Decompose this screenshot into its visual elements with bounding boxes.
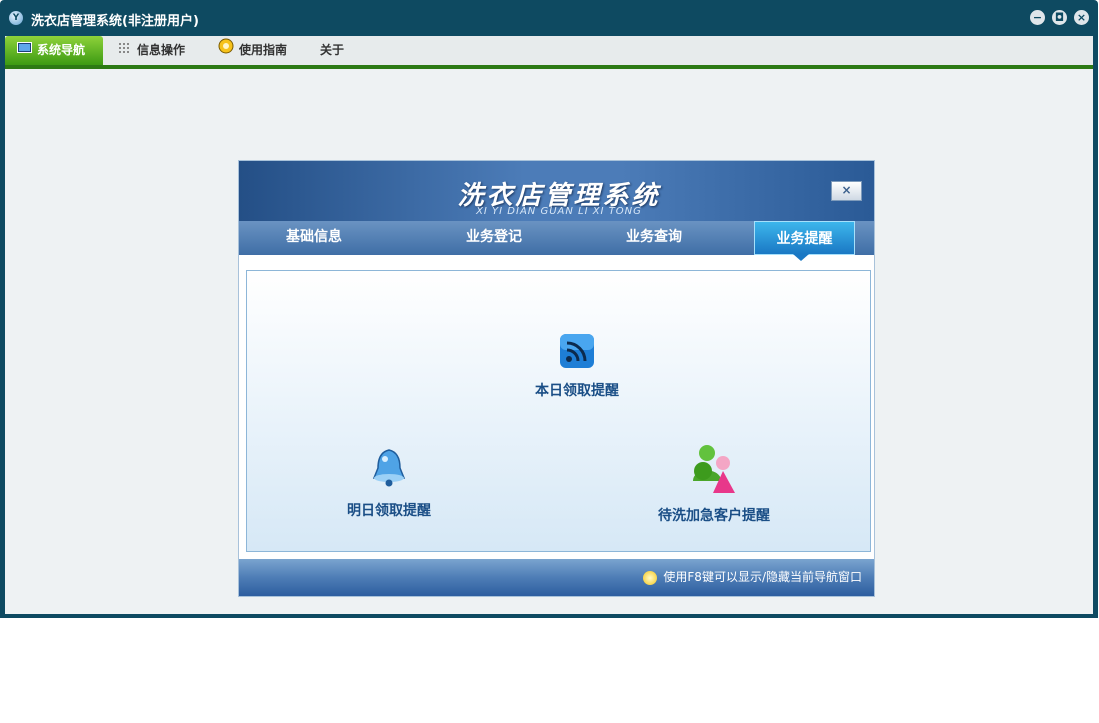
action-label: 明日领取提醒	[347, 503, 431, 519]
footer-hint: 使用F8键可以显示/隐藏当前导航窗口	[643, 567, 862, 587]
title-bar: Y 洗衣店管理系统(非注册用户) − ◘ ×	[0, 0, 1098, 36]
rss-icon	[558, 334, 596, 374]
monitor-icon	[17, 36, 32, 65]
grid-icon	[118, 36, 132, 65]
app-logo-icon: Y	[9, 11, 23, 25]
tab-business-register[interactable]: 业务登记	[466, 227, 536, 255]
action-label: 待洗加急客户提醒	[658, 508, 770, 524]
menu-item-about[interactable]: 关于	[320, 36, 360, 65]
tab-basic-info[interactable]: 基础信息	[286, 227, 356, 255]
panel-header: 洗衣店管理系统 XI YI DIAN GUAN LI XI TONG ×	[239, 161, 874, 221]
menu-item-guide[interactable]: 使用指南	[218, 36, 308, 65]
menu-item-label: 关于	[320, 43, 345, 57]
customers-icon	[687, 445, 741, 499]
nav-panel: 洗衣店管理系统 XI YI DIAN GUAN LI XI TONG × 基础信…	[238, 160, 875, 597]
restore-button[interactable]: ◘	[1052, 10, 1067, 25]
close-button[interactable]: ×	[1074, 10, 1089, 25]
tab-business-reminder[interactable]: 业务提醒	[754, 221, 855, 255]
urgent-customer-reminder-button[interactable]: 待洗加急客户提醒	[647, 441, 781, 525]
panel-footer: 使用F8键可以显示/隐藏当前导航窗口	[239, 559, 874, 596]
menu-item-label: 使用指南	[239, 43, 288, 57]
action-label: 本日领取提醒	[535, 383, 619, 399]
menu-item-label: 信息操作	[137, 43, 186, 57]
menu-item-info-ops[interactable]: 信息操作	[118, 36, 208, 65]
tab-business-query[interactable]: 业务查询	[626, 227, 696, 255]
bell-icon	[366, 449, 412, 494]
today-pickup-reminder-button[interactable]: 本日领取提醒	[507, 332, 647, 400]
active-tab-indicator	[793, 254, 809, 261]
menu-item-label: 系统导航	[37, 43, 86, 57]
menu-item-system-nav[interactable]: 系统导航	[5, 36, 103, 65]
footer-hint-text: 使用F8键可以显示/隐藏当前导航窗口	[663, 570, 862, 584]
tab-bar: 基础信息 业务登记 业务查询 业务提醒	[239, 221, 874, 255]
reminder-content: 本日领取提醒 明日领取提醒 待洗加急客户提醒	[246, 270, 871, 552]
bulb-icon	[643, 570, 658, 585]
window-title: 洗衣店管理系统(非注册用户)	[31, 14, 199, 29]
help-icon	[218, 36, 234, 65]
tomorrow-pickup-reminder-button[interactable]: 明日领取提醒	[329, 444, 449, 520]
panel-subtitle: XI YI DIAN GUAN LI XI TONG	[476, 206, 642, 217]
panel-close-button[interactable]: ×	[831, 181, 862, 201]
minimize-button[interactable]: −	[1030, 10, 1045, 25]
